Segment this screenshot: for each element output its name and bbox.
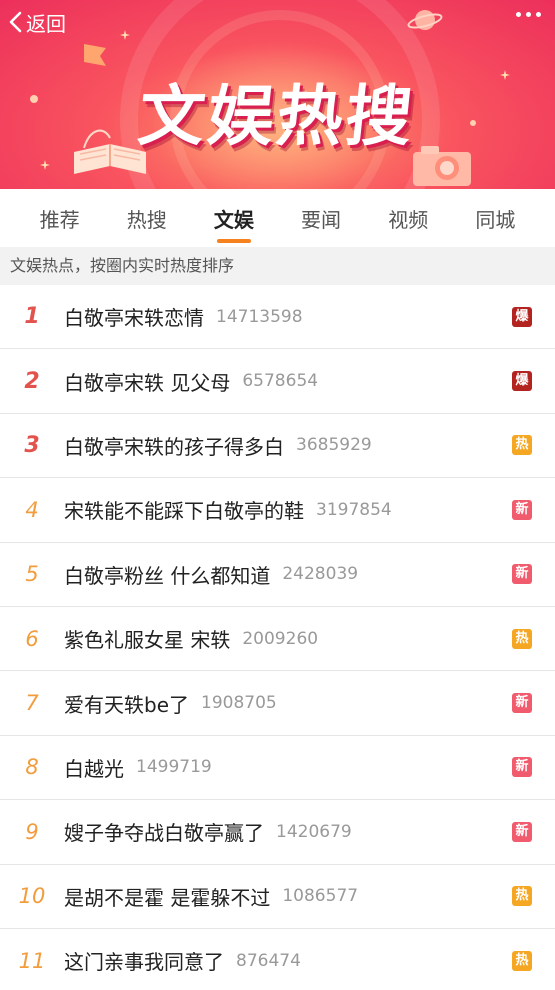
more-dots-icon [536,12,541,17]
more-dots-icon [516,12,521,17]
rank-number: 8 [25,755,39,780]
heat-count: 2009260 [242,628,319,649]
list-item[interactable]: 11 这门亲事我同意了 876474 热 [0,929,555,990]
heat-count: 1086577 [282,886,359,907]
rank-number: 7 [25,691,39,716]
hot-search-list: 1 白敬亭宋轶恋情 14713598 爆 2 白敬亭宋轶 见父母 6578654 爆 3 白敬亭宋… [0,285,555,990]
status-badge: 新 [512,499,532,520]
heat-count: 1499719 [136,757,212,778]
topic-title: 嫂子争夺战白敬亭赢了 [64,821,264,846]
rank-number: 2 [24,368,40,394]
status-badge: 热 [512,628,532,649]
heat-count: 1908705 [201,693,277,714]
heat-count: 3685929 [296,435,372,456]
tab-bar: 推荐 热搜 文娱 要闻 视频 同城 [0,189,555,247]
list-item[interactable]: 1 白敬亭宋轶恋情 14713598 爆 [0,285,555,350]
heat-count: 6578654 [242,371,319,392]
rank-number: 5 [25,562,39,587]
heat-count: 14713598 [216,306,303,327]
heat-count: 876474 [236,950,301,971]
rank-number: 1 [24,304,40,330]
planet-icon [407,10,443,30]
rank-number: 4 [25,497,39,522]
sparkle-icon [120,30,130,40]
list-item[interactable]: 5 白敬亭粉丝 什么都知道 2428039 新 [0,543,555,607]
banner-title: 文娱热搜 [134,78,419,155]
sparkle-icon [40,160,50,170]
rank-number: 9 [25,819,39,844]
topic-title: 白敬亭宋轶的孩子得多白 [64,434,284,459]
list-item[interactable]: 6 紫色礼服女星 宋轶 2009260 热 [0,607,555,672]
status-badge: 爆 [512,371,532,392]
back-button[interactable]: 返回 [8,8,66,36]
status-badge: 新 [512,757,532,778]
topic-title: 这门亲事我同意了 [64,950,224,975]
status-badge: 新 [512,693,532,714]
heat-count: 1420679 [276,821,352,842]
status-badge: 热 [512,435,532,456]
more-dots-icon [526,12,531,17]
tab-1[interactable]: 热搜 [123,194,171,243]
list-item[interactable]: 10 是胡不是霍 是霍躲不过 1086577 热 [0,865,555,929]
status-badge: 爆 [512,306,532,327]
rank-number: 10 [18,884,46,909]
topic-title: 白敬亭粉丝 什么都知道 [64,563,271,588]
list-item[interactable]: 4 宋轶能不能踩下白敬亭的鞋 3197854 新 [0,478,555,543]
status-badge: 新 [512,821,532,842]
more-button[interactable] [516,12,541,17]
topic-title: 白越光 [64,756,124,781]
list-item[interactable]: 8 白越光 1499719 新 [0,736,555,801]
rank-number: 3 [24,432,40,458]
back-label: 返回 [26,11,66,36]
heat-count: 3197854 [316,499,392,520]
tab-2[interactable]: 文娱 [210,194,258,243]
tab-5[interactable]: 同城 [471,194,519,243]
chevron-left-icon [9,11,22,33]
topic-title: 白敬亭宋轶 见父母 [64,370,231,395]
tab-4[interactable]: 视频 [384,194,432,243]
list-item[interactable]: 2 白敬亭宋轶 见父母 6578654 爆 [0,349,555,414]
list-description: 文娱热点，按圈内实时热度排序 [0,247,555,285]
banner: 返回 文娱热搜 [0,0,555,189]
list-item[interactable]: 3 白敬亭宋轶的孩子得多白 3685929 热 [0,414,555,479]
list-item[interactable]: 9 嫂子争夺战白敬亭赢了 1420679 新 [0,800,555,865]
topic-title: 宋轶能不能踩下白敬亭的鞋 [64,499,304,524]
tab-0[interactable]: 推荐 [36,194,84,243]
topic-title: 爱有天轶be了 [64,692,189,717]
topic-title: 是胡不是霍 是霍躲不过 [64,885,271,910]
rank-number: 11 [18,948,46,973]
rank-number: 6 [25,626,39,651]
heat-count: 2428039 [282,564,359,585]
status-badge: 热 [512,950,532,971]
topic-title: 紫色礼服女星 宋轶 [64,628,231,653]
status-badge: 新 [512,564,532,585]
list-item[interactable]: 7 爱有天轶be了 1908705 新 [0,671,555,736]
topic-title: 白敬亭宋轶恋情 [64,306,204,331]
status-badge: 热 [512,886,532,907]
tab-3[interactable]: 要闻 [297,194,345,243]
